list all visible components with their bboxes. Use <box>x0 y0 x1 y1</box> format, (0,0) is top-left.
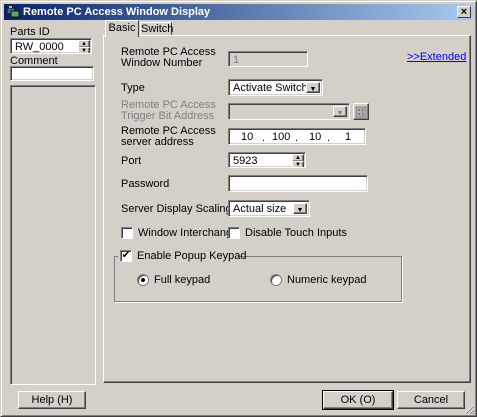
dialog-window: Remote PC Access Window Display × Parts … <box>0 0 477 417</box>
ip-octet-2[interactable]: 100 <box>272 131 290 143</box>
basic-tab-panel: Remote PC Access Window Number 1 >>Exten… <box>103 35 471 383</box>
ip-octet-4[interactable]: 1 <box>345 131 351 143</box>
parts-id-value: RW_0000 <box>15 41 64 53</box>
scaling-dropdown-button[interactable]: ▼ <box>293 203 307 214</box>
ip-separator: . <box>262 132 266 144</box>
resize-grip-icon[interactable] <box>463 403 475 415</box>
port-label: Port <box>121 155 142 167</box>
close-button[interactable]: × <box>457 6 471 18</box>
comment-input[interactable] <box>10 66 94 81</box>
chevron-down-icon: ▼ <box>309 86 317 93</box>
parts-id-label: Parts ID <box>10 26 50 38</box>
address-keypad-button[interactable] <box>353 103 369 120</box>
popup-keypad-legend: ✔ Enable Popup Keypad <box>118 248 246 264</box>
password-label: Password <box>121 178 170 190</box>
keypad-icon <box>355 106 367 118</box>
help-button[interactable]: Help (H) <box>18 391 86 409</box>
close-icon: × <box>460 6 468 18</box>
parts-list-area <box>10 85 96 385</box>
chevron-down-icon: ▼ <box>336 110 344 117</box>
trigger-bit-label-line2: Trigger Bit Address <box>121 110 215 122</box>
ip-separator: . <box>327 132 331 144</box>
window-title: Remote PC Access Window Display <box>23 6 211 18</box>
window-number-label-line2: Window Number <box>121 57 203 69</box>
full-keypad-radio[interactable] <box>137 274 149 286</box>
type-select[interactable]: Activate Switch ▼ <box>228 79 323 96</box>
ip-octet-1[interactable]: 10 <box>241 131 253 143</box>
tab-switch-label: Switch <box>141 23 174 35</box>
spin-down-icon: ▼ <box>295 162 301 168</box>
remote-pc-app-icon <box>6 6 20 18</box>
port-value: 5923 <box>233 155 258 167</box>
numeric-keypad-radio[interactable] <box>270 274 282 286</box>
port-spinner: ▲ ▼ <box>292 154 304 168</box>
extended-link[interactable]: >>Extended <box>407 52 466 63</box>
trigger-bit-input[interactable]: ▼ <box>228 103 350 120</box>
tab-switch[interactable]: Switch <box>140 22 174 36</box>
disable-touch-checkbox[interactable] <box>228 227 240 239</box>
ip-address-input[interactable]: 10 . 100 . 10 . 1 <box>228 128 366 145</box>
tab-basic[interactable]: Basic <box>105 20 139 37</box>
parts-id-input[interactable]: RW_0000 ▲ ▼ <box>10 38 92 54</box>
parts-id-spinner: ▲ ▼ <box>78 40 90 54</box>
scaling-label: Server Display Scaling <box>121 203 232 215</box>
password-input[interactable] <box>228 175 368 192</box>
cancel-button-label: Cancel <box>413 394 449 406</box>
help-button-label: Help (H) <box>31 394 73 406</box>
spin-down-icon: ▼ <box>81 48 87 54</box>
enable-popup-label: Enable Popup Keypad <box>137 250 247 262</box>
disable-touch-label: Disable Touch Inputs <box>245 227 347 239</box>
scaling-value: Actual size <box>233 203 287 215</box>
enable-popup-checkbox[interactable]: ✔ <box>120 250 132 262</box>
window-interchange-label: Window Interchange <box>138 227 239 239</box>
trigger-dropdown-button[interactable]: ▼ <box>333 106 347 117</box>
tab-basic-label: Basic <box>108 22 136 34</box>
type-dropdown-button[interactable]: ▼ <box>306 82 320 93</box>
ok-button[interactable]: OK (O) <box>322 390 394 410</box>
scaling-select[interactable]: Actual size ▼ <box>228 200 310 217</box>
chevron-down-icon: ▼ <box>296 207 304 214</box>
server-address-label-line2: server address <box>121 136 194 148</box>
window-interchange-checkbox[interactable] <box>121 227 133 239</box>
full-keypad-label: Full keypad <box>154 274 211 286</box>
window-number-input[interactable]: 1 <box>228 51 308 67</box>
ok-button-label: OK (O) <box>340 394 376 406</box>
numeric-keypad-label: Numeric keypad <box>287 274 367 286</box>
checkmark-icon: ✔ <box>121 250 131 261</box>
title-bar[interactable]: Remote PC Access Window Display × <box>4 4 473 20</box>
window-number-value: 1 <box>233 54 240 66</box>
ip-octet-3[interactable]: 10 <box>309 131 321 143</box>
ip-separator: . <box>295 132 299 144</box>
port-input[interactable]: 5923 ▲ ▼ <box>228 152 306 168</box>
spin-down-button[interactable]: ▼ <box>78 47 90 54</box>
spin-down-button[interactable]: ▼ <box>292 161 304 168</box>
type-label: Type <box>121 82 145 94</box>
type-value: Activate Switch <box>233 82 308 94</box>
cancel-button[interactable]: Cancel <box>397 391 465 409</box>
